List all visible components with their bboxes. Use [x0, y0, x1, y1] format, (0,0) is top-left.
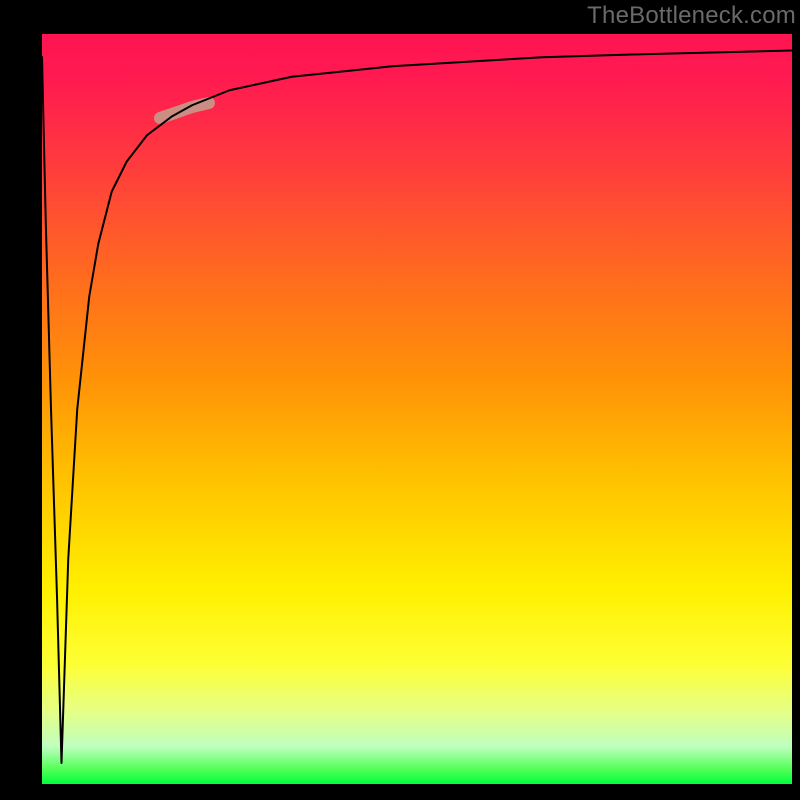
chart-stage: TheBottleneck.com: [0, 0, 800, 800]
plot-area: [42, 34, 792, 784]
curve-main: [42, 51, 792, 764]
watermark-text: TheBottleneck.com: [587, 2, 796, 30]
curve-layer: [42, 34, 792, 784]
